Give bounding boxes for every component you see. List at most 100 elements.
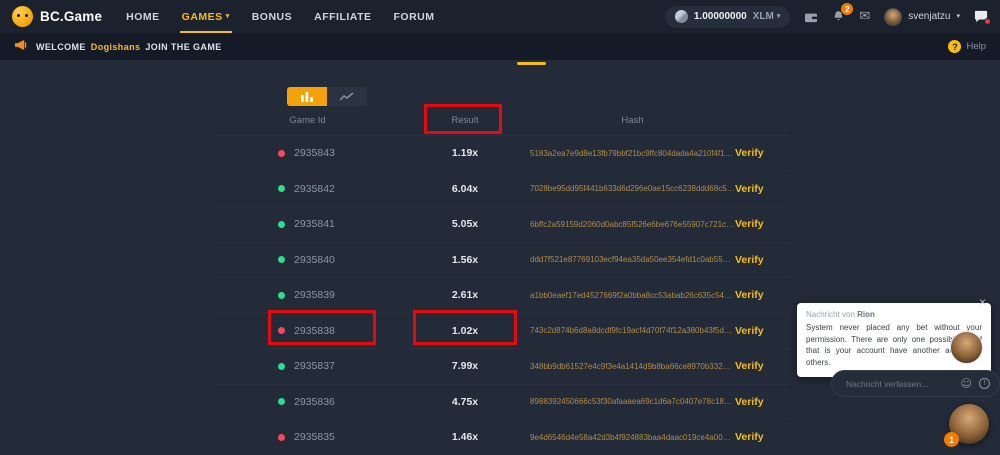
- status-dot: [278, 185, 285, 192]
- close-icon[interactable]: ×: [979, 296, 986, 308]
- result-value: 4.75x: [400, 396, 530, 408]
- game-id: 2935840: [294, 254, 335, 266]
- status-dot: [278, 434, 285, 441]
- status-dot: [278, 292, 285, 299]
- balance-amount: 1.00000000: [694, 11, 747, 22]
- chevron-down-icon: ▾: [777, 13, 781, 20]
- balance-selector[interactable]: 1.00000000 XLM ▾: [665, 6, 790, 28]
- game-id: 2935842: [294, 183, 335, 195]
- verify-link[interactable]: Verify: [735, 218, 790, 230]
- hash-value: 7028be95dd95f441b633d6d296e0ae15cc6238dd…: [530, 184, 735, 193]
- hash-value: 348bb9db61527e4c9f3e4a1414d9b8ba66ce8970…: [530, 362, 735, 371]
- annotation-box: [268, 310, 376, 345]
- status-dot: [278, 256, 285, 263]
- logo-icon: [12, 6, 33, 27]
- game-id: 2935843: [294, 147, 335, 159]
- hash-value: 6bffc2a59159d2060d0abc85f526e6be676e5590…: [530, 220, 735, 229]
- verify-link[interactable]: Verify: [735, 325, 790, 337]
- currency-label: XLM: [753, 11, 774, 22]
- chat-input-bar: ☺ !: [831, 370, 1000, 397]
- active-tab-indicator: [517, 62, 546, 65]
- game-history-table: Game Id Result Hash 2935843 1.19x 5183a2…: [215, 105, 790, 455]
- game-id: 2935841: [294, 218, 335, 230]
- chat-notification-dot: [984, 18, 991, 25]
- hash-value: a1bb0eaef17ed4527669f2a0bba8cc53abab26c6…: [530, 291, 735, 300]
- hash-value: 8988392450666c53f30afaaaea69c1d6a7c0407e…: [530, 397, 735, 406]
- emoji-icon[interactable]: ☺: [961, 378, 972, 389]
- nav-games-label: GAMES: [182, 11, 223, 23]
- result-value: 6.04x: [400, 183, 530, 195]
- verify-link[interactable]: Verify: [735, 396, 790, 408]
- table-row: 2935836 4.75x 8988392450666c53f30afaaaea…: [215, 384, 790, 420]
- game-id: 2935837: [294, 360, 335, 372]
- status-dot: [278, 221, 285, 228]
- list-view-button[interactable]: [287, 87, 327, 106]
- user-menu[interactable]: svenjatzu ▾: [884, 8, 960, 26]
- chat-message-meta: Nachricht von Rion: [806, 310, 982, 319]
- verify-link[interactable]: Verify: [735, 254, 790, 266]
- logo[interactable]: BC.Game: [12, 6, 102, 27]
- unread-count-badge: 1: [944, 432, 959, 447]
- verify-link[interactable]: Verify: [735, 360, 790, 372]
- hash-value: 743c2d874b6d8a8dcdf9fc19acf4d70f74f12a38…: [530, 326, 735, 335]
- top-navbar: BC.Game HOME GAMES ▾ BONUS AFFILIATE FOR…: [0, 0, 1000, 33]
- annotation-box: [413, 310, 517, 345]
- chevron-down-icon: ▾: [226, 13, 230, 20]
- hash-value: 5183a2ea7e9d8e13fb79bbf21bc9ffc804dada4a…: [530, 149, 735, 158]
- result-value: 7.99x: [400, 360, 530, 372]
- verify-link[interactable]: Verify: [735, 431, 790, 443]
- result-value: 2.61x: [400, 289, 530, 301]
- result-value: 1.46x: [400, 431, 530, 443]
- megaphone-icon: [14, 38, 27, 56]
- chat-message-input[interactable]: [844, 378, 954, 390]
- welcome-username: Dogishans: [91, 42, 141, 52]
- table-row: 2935841 5.05x 6bffc2a59159d2060d0abc85f5…: [215, 206, 790, 242]
- result-value: 1.19x: [400, 147, 530, 159]
- chat-sender-name: Rion: [857, 310, 875, 319]
- bell-icon[interactable]: 2: [832, 10, 845, 23]
- logo-text: BC.Game: [40, 9, 102, 24]
- result-value: 1.56x: [400, 254, 530, 266]
- currency-dropdown[interactable]: XLM ▾: [753, 11, 781, 22]
- header-hash: Hash: [530, 115, 735, 126]
- help-label: Help: [966, 41, 986, 52]
- game-id: 2935839: [294, 289, 335, 301]
- announcement-bar: WELCOME Dogishans JOIN THE GAME ? Help: [0, 33, 1000, 60]
- view-toggle-group: [287, 87, 367, 106]
- alert-icon[interactable]: !: [979, 378, 990, 389]
- chevron-down-icon: ▾: [956, 13, 960, 20]
- table-row: 2935842 6.04x 7028be95dd95f441b633d6d296…: [215, 171, 790, 207]
- wallet-icon[interactable]: [804, 11, 818, 23]
- header-game-id: Game Id: [215, 115, 400, 126]
- help-button[interactable]: ? Help: [948, 40, 986, 53]
- welcome-message: WELCOME Dogishans JOIN THE GAME: [36, 42, 222, 52]
- question-icon: ?: [948, 40, 961, 53]
- table-row: 2935839 2.61x a1bb0eaef17ed4527669f2a0bb…: [215, 277, 790, 313]
- verify-link[interactable]: Verify: [735, 183, 790, 195]
- main-menu: HOME GAMES ▾ BONUS AFFILIATE FORUM: [126, 0, 434, 33]
- table-row: 2935840 1.56x ddd7f521e87769103ecf94ea35…: [215, 242, 790, 278]
- table-row: 2935837 7.99x 348bb9db61527e4c9f3e4a1414…: [215, 348, 790, 384]
- result-value: 5.05x: [400, 218, 530, 230]
- game-id: 2935835: [294, 431, 335, 443]
- nav-home[interactable]: HOME: [126, 0, 160, 33]
- chat-sender-avatar: [950, 331, 983, 364]
- status-dot: [278, 398, 285, 405]
- table-row: 2935835 1.46x 9e4d6546d4e58a42d3b4f92488…: [215, 419, 790, 455]
- user-avatar: [884, 8, 902, 26]
- nav-forum[interactable]: FORUM: [394, 0, 435, 33]
- trend-view-button[interactable]: [327, 87, 367, 106]
- table-header-row: Game Id Result Hash: [215, 105, 790, 135]
- game-id: 2935836: [294, 396, 335, 408]
- nav-bonus[interactable]: BONUS: [252, 0, 292, 33]
- nav-affiliate[interactable]: AFFILIATE: [314, 0, 371, 33]
- nav-games[interactable]: GAMES ▾: [182, 0, 230, 33]
- username: svenjatzu: [908, 11, 950, 22]
- verify-link[interactable]: Verify: [735, 147, 790, 159]
- mail-icon[interactable]: ✉: [859, 10, 870, 23]
- main-content: Game Id Result Hash 2935843 1.19x 5183a2…: [0, 60, 1000, 453]
- coin-icon: [675, 10, 688, 23]
- chat-icon[interactable]: [974, 10, 988, 23]
- verify-link[interactable]: Verify: [735, 289, 790, 301]
- hash-value: 9e4d6546d4e58a42d3b4f924883baa4daac019ce…: [530, 433, 735, 442]
